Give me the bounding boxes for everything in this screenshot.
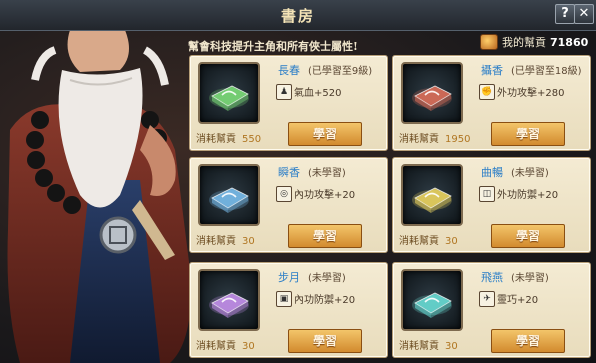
skill-card: 曲暢 (未學習) ◫ 外功防禦+20 消耗幫貢 30 學習 [392, 157, 591, 253]
skill-scroll-icon[interactable] [401, 62, 463, 124]
cost-label: 消耗幫貢 [399, 341, 439, 352]
skill-card: 飛燕 (未學習) ✈ 靈巧+20 消耗幫貢 30 學習 [392, 262, 591, 358]
guild-notice: 幫會科技提升主角和所有俠士屬性! [188, 40, 358, 53]
skill-status: (未學習) [511, 273, 549, 284]
skill-name: 曲暢 [481, 166, 503, 179]
skill-card: 長春 (已學習至9級) ♟ 氣血+520 消耗幫貢 550 學習 [189, 55, 388, 151]
cost-value: 550 [242, 134, 262, 145]
skill-name: 瞬香 [278, 166, 300, 179]
box-shield-icon: ▣ [276, 291, 292, 307]
currency-amount: 71860 [550, 35, 589, 49]
currency-label: 我的幫貢 [502, 36, 546, 49]
cost-label: 消耗幫貢 [399, 134, 439, 145]
skill-name: 長春 [278, 64, 300, 77]
cost-value: 1950 [445, 134, 471, 145]
skill-cost: 消耗幫貢 30 [399, 232, 458, 247]
cost-label: 消耗幫貢 [196, 341, 236, 352]
skill-scroll-icon[interactable] [198, 62, 260, 124]
cost-value: 30 [445, 341, 458, 352]
cost-value: 30 [445, 236, 458, 247]
skill-card: 瞬香 (未學習) ◎ 內功攻擊+20 消耗幫貢 30 學習 [189, 157, 388, 253]
bookroom-window: 書房 ? ✕ 幫會科技提升主角和所有俠士屬性! 我的幫貢 71860 長春 (已… [0, 0, 596, 363]
skill-scroll-icon[interactable] [401, 164, 463, 226]
skill-scroll-icon[interactable] [198, 164, 260, 226]
skill-scroll-icon[interactable] [401, 269, 463, 331]
title-bar: 書房 ? ✕ [0, 0, 596, 31]
window-title: 書房 [280, 7, 315, 25]
skill-name: 步月 [278, 271, 300, 284]
skill-attribute: 內功攻擊+20 [294, 190, 356, 201]
learn-button[interactable]: 學習 [491, 329, 565, 353]
cost-value: 30 [242, 341, 255, 352]
elder-portrait [7, 17, 191, 363]
skill-attribute: 內功防禦+20 [294, 295, 356, 306]
shield-icon: ◫ [479, 186, 495, 202]
help-button[interactable]: ? [555, 4, 575, 24]
cost-value: 30 [242, 236, 255, 247]
skill-attribute: 外功攻擊+280 [497, 88, 565, 99]
skill-attribute: 靈巧+20 [497, 295, 539, 306]
skill-cost: 消耗幫貢 30 [196, 232, 255, 247]
skill-status: (已學習至9級) [308, 66, 373, 77]
runner-icon: ✈ [479, 291, 495, 307]
close-button[interactable]: ✕ [574, 4, 594, 24]
learn-button[interactable]: 學習 [491, 122, 565, 146]
skill-cost: 消耗幫貢 30 [196, 337, 255, 352]
swirl-icon: ◎ [276, 186, 292, 202]
skill-status: (已學習至18級) [511, 66, 582, 77]
skill-status: (未學習) [308, 273, 346, 284]
skill-status: (未學習) [308, 168, 346, 179]
learn-button[interactable]: 學習 [288, 224, 362, 248]
skill-cost: 消耗幫貢 30 [399, 337, 458, 352]
learn-button[interactable]: 學習 [288, 329, 362, 353]
fist-icon: ✊ [479, 84, 495, 100]
learn-button[interactable]: 學習 [491, 224, 565, 248]
person-icon: ♟ [276, 84, 292, 100]
skill-attribute: 氣血+520 [294, 88, 342, 99]
cost-label: 消耗幫貢 [196, 236, 236, 247]
skill-scroll-icon[interactable] [198, 269, 260, 331]
cost-label: 消耗幫貢 [399, 236, 439, 247]
contribution-icon [480, 34, 498, 50]
skill-status: (未學習) [511, 168, 549, 179]
skill-cost: 消耗幫貢 1950 [399, 130, 470, 145]
skill-name: 攝香 [481, 64, 503, 77]
skill-card: 步月 (未學習) ▣ 內功防禦+20 消耗幫貢 30 學習 [189, 262, 388, 358]
cost-label: 消耗幫貢 [196, 134, 236, 145]
learn-button[interactable]: 學習 [288, 122, 362, 146]
skill-cost: 消耗幫貢 550 [196, 130, 261, 145]
skill-attribute: 外功防禦+20 [497, 190, 559, 201]
skill-card: 攝香 (已學習至18級) ✊ 外功攻擊+280 消耗幫貢 1950 學習 [392, 55, 591, 151]
guild-contribution: 我的幫貢 71860 [480, 34, 588, 50]
skill-name: 飛燕 [481, 271, 503, 284]
